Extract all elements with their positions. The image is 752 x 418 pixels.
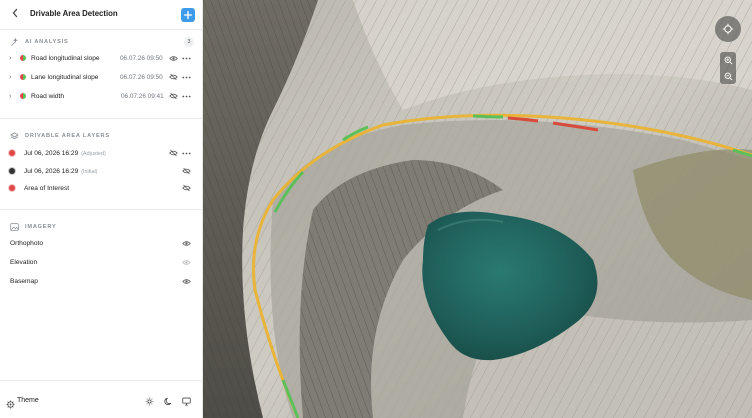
section-divider [0,209,203,210]
status-dot [20,93,26,99]
moon-icon [163,397,171,405]
zoom-out-icon [724,72,732,80]
system-theme-button[interactable] [181,396,191,406]
imagery-item-elevation[interactable]: Elevation [0,256,203,270]
analysis-item-timestamp: 06.07.26 09:41 [121,93,164,100]
drivable-layers-header: DRIVABLE AREA LAYERS [9,130,110,142]
imagery-item-label: Elevation [10,259,38,266]
plus-icon [183,10,193,20]
add-button[interactable] [181,8,195,22]
analysis-item-road-width[interactable]: › Road width 06.07.26 09:41 [0,90,203,104]
magic-wand-icon [9,37,19,47]
imagery-item-basemap[interactable]: Basemap [0,275,203,289]
image-icon [9,222,19,232]
analysis-item-label: Lane longitudinal slope [31,74,99,81]
layer-item-initial[interactable]: Jul 06, 2026 16:29 (Initial) [0,165,203,179]
imagery-header: IMAGERY [9,221,57,233]
analysis-item-label: Road longitudinal slope [31,55,100,62]
eye-icon[interactable] [181,238,191,248]
layer-item-area-of-interest[interactable]: Area of Interest [0,182,203,196]
layer-item-label: Area of Interest [24,185,70,192]
theme-footer: Theme [0,380,203,418]
chevron-left-icon [12,8,18,18]
imagery-item-label: Orthophoto [10,240,43,247]
page-title: Drivable Area Detection [30,9,118,18]
layer-item-label: Jul 06, 2026 16:29 (Initial) [24,168,98,175]
aerial-orthophoto [203,0,752,418]
monitor-icon [181,397,191,406]
eye-off-icon[interactable] [181,183,191,193]
eye-off-icon[interactable] [168,148,178,158]
analysis-item-timestamp: 06.07.26 09:50 [120,55,163,62]
eye-icon[interactable] [181,257,191,267]
sun-icon [145,397,153,405]
eye-icon[interactable] [168,53,178,63]
ai-analysis-title: AI ANALYSIS [25,39,69,45]
sidebar: Drivable Area Detection AI ANALYSIS 3 › … [0,0,203,418]
layers-icon [9,131,19,141]
more-options-icon[interactable] [181,72,191,82]
eye-icon[interactable] [181,276,191,286]
sidebar-header: Drivable Area Detection [0,0,203,30]
theme-label: Theme [17,397,39,404]
analysis-item-timestamp: 06.07.26 09:50 [120,74,163,81]
section-divider [0,118,203,119]
layer-color-dot [9,185,15,191]
gear-icon [6,396,16,409]
zoom-control [720,52,736,84]
compass-button[interactable] [715,16,741,42]
zoom-in-icon [724,56,732,64]
layer-color-dot [9,168,15,174]
more-options-icon[interactable] [181,148,191,158]
more-options-icon[interactable] [181,53,191,63]
dark-theme-button[interactable] [163,396,173,406]
chevron-right-icon[interactable]: › [9,54,11,64]
status-dot [20,55,26,61]
analysis-item-label: Road width [31,93,64,100]
compass-icon [722,23,734,35]
drivable-layers-title: DRIVABLE AREA LAYERS [25,133,110,139]
layer-item-adjusted[interactable]: Jul 06, 2026 16:29 (Adjusted) [0,147,203,161]
zoom-in-button[interactable] [724,52,733,68]
zoom-out-button[interactable] [724,68,733,84]
analysis-item-road-longitudinal-slope[interactable]: › Road longitudinal slope 06.07.26 09:50 [0,52,203,66]
eye-off-icon[interactable] [168,72,178,82]
eye-off-icon[interactable] [181,166,191,176]
imagery-item-orthophoto[interactable]: Orthophoto [0,237,203,251]
more-options-icon[interactable] [181,91,191,101]
imagery-item-label: Basemap [10,278,38,285]
chevron-right-icon[interactable]: › [9,73,11,83]
imagery-title: IMAGERY [25,224,57,230]
map-view[interactable] [203,0,752,418]
analysis-item-lane-longitudinal-slope[interactable]: › Lane longitudinal slope 06.07.26 09:50 [0,71,203,85]
eye-off-icon[interactable] [168,91,178,101]
layer-item-label: Jul 06, 2026 16:29 (Adjusted) [24,150,106,157]
status-dot [20,74,26,80]
light-theme-button[interactable] [144,396,154,406]
back-button[interactable] [9,8,21,22]
ai-analysis-header: AI ANALYSIS [9,36,69,48]
layer-color-dot [9,150,15,156]
ai-analysis-count-badge: 3 [184,37,194,47]
chevron-right-icon[interactable]: › [9,92,11,102]
